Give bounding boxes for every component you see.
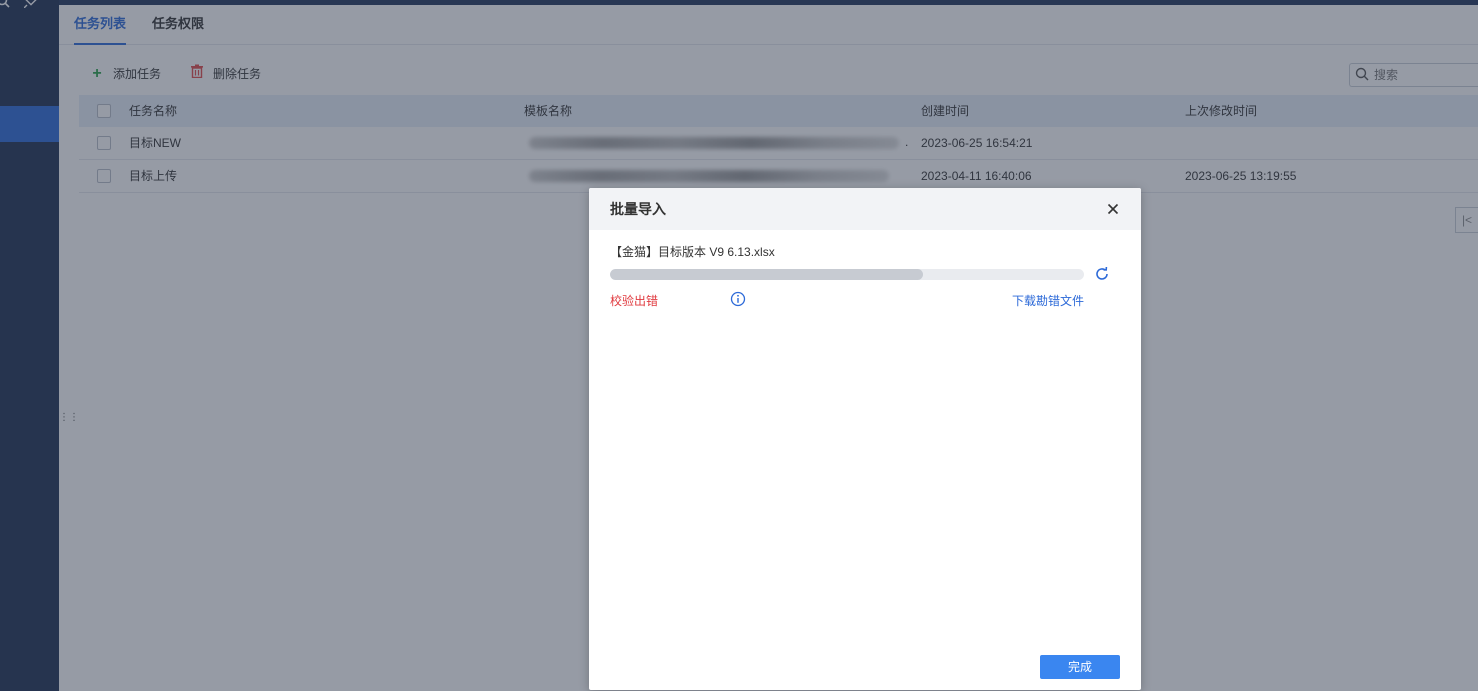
validation-error-status: 校验出错 (610, 294, 659, 308)
import-progress-bar (610, 269, 1084, 280)
download-error-file-link[interactable]: 下载勘错文件 (1012, 292, 1084, 309)
import-file-name: 【金猫】目标版本 V9 6.13.xlsx (610, 245, 775, 259)
dialog-header: 批量导入 (589, 188, 1141, 230)
done-button[interactable]: 完成 (1040, 655, 1120, 679)
retry-icon[interactable] (1094, 266, 1110, 282)
progress-fill (610, 269, 923, 280)
info-icon[interactable] (730, 291, 746, 307)
batch-import-dialog: 批量导入 【金猫】目标版本 V9 6.13.xlsx 校验出错 下载勘错文件 完… (589, 188, 1141, 690)
close-icon[interactable] (1105, 201, 1121, 217)
dialog-title: 批量导入 (610, 201, 666, 217)
